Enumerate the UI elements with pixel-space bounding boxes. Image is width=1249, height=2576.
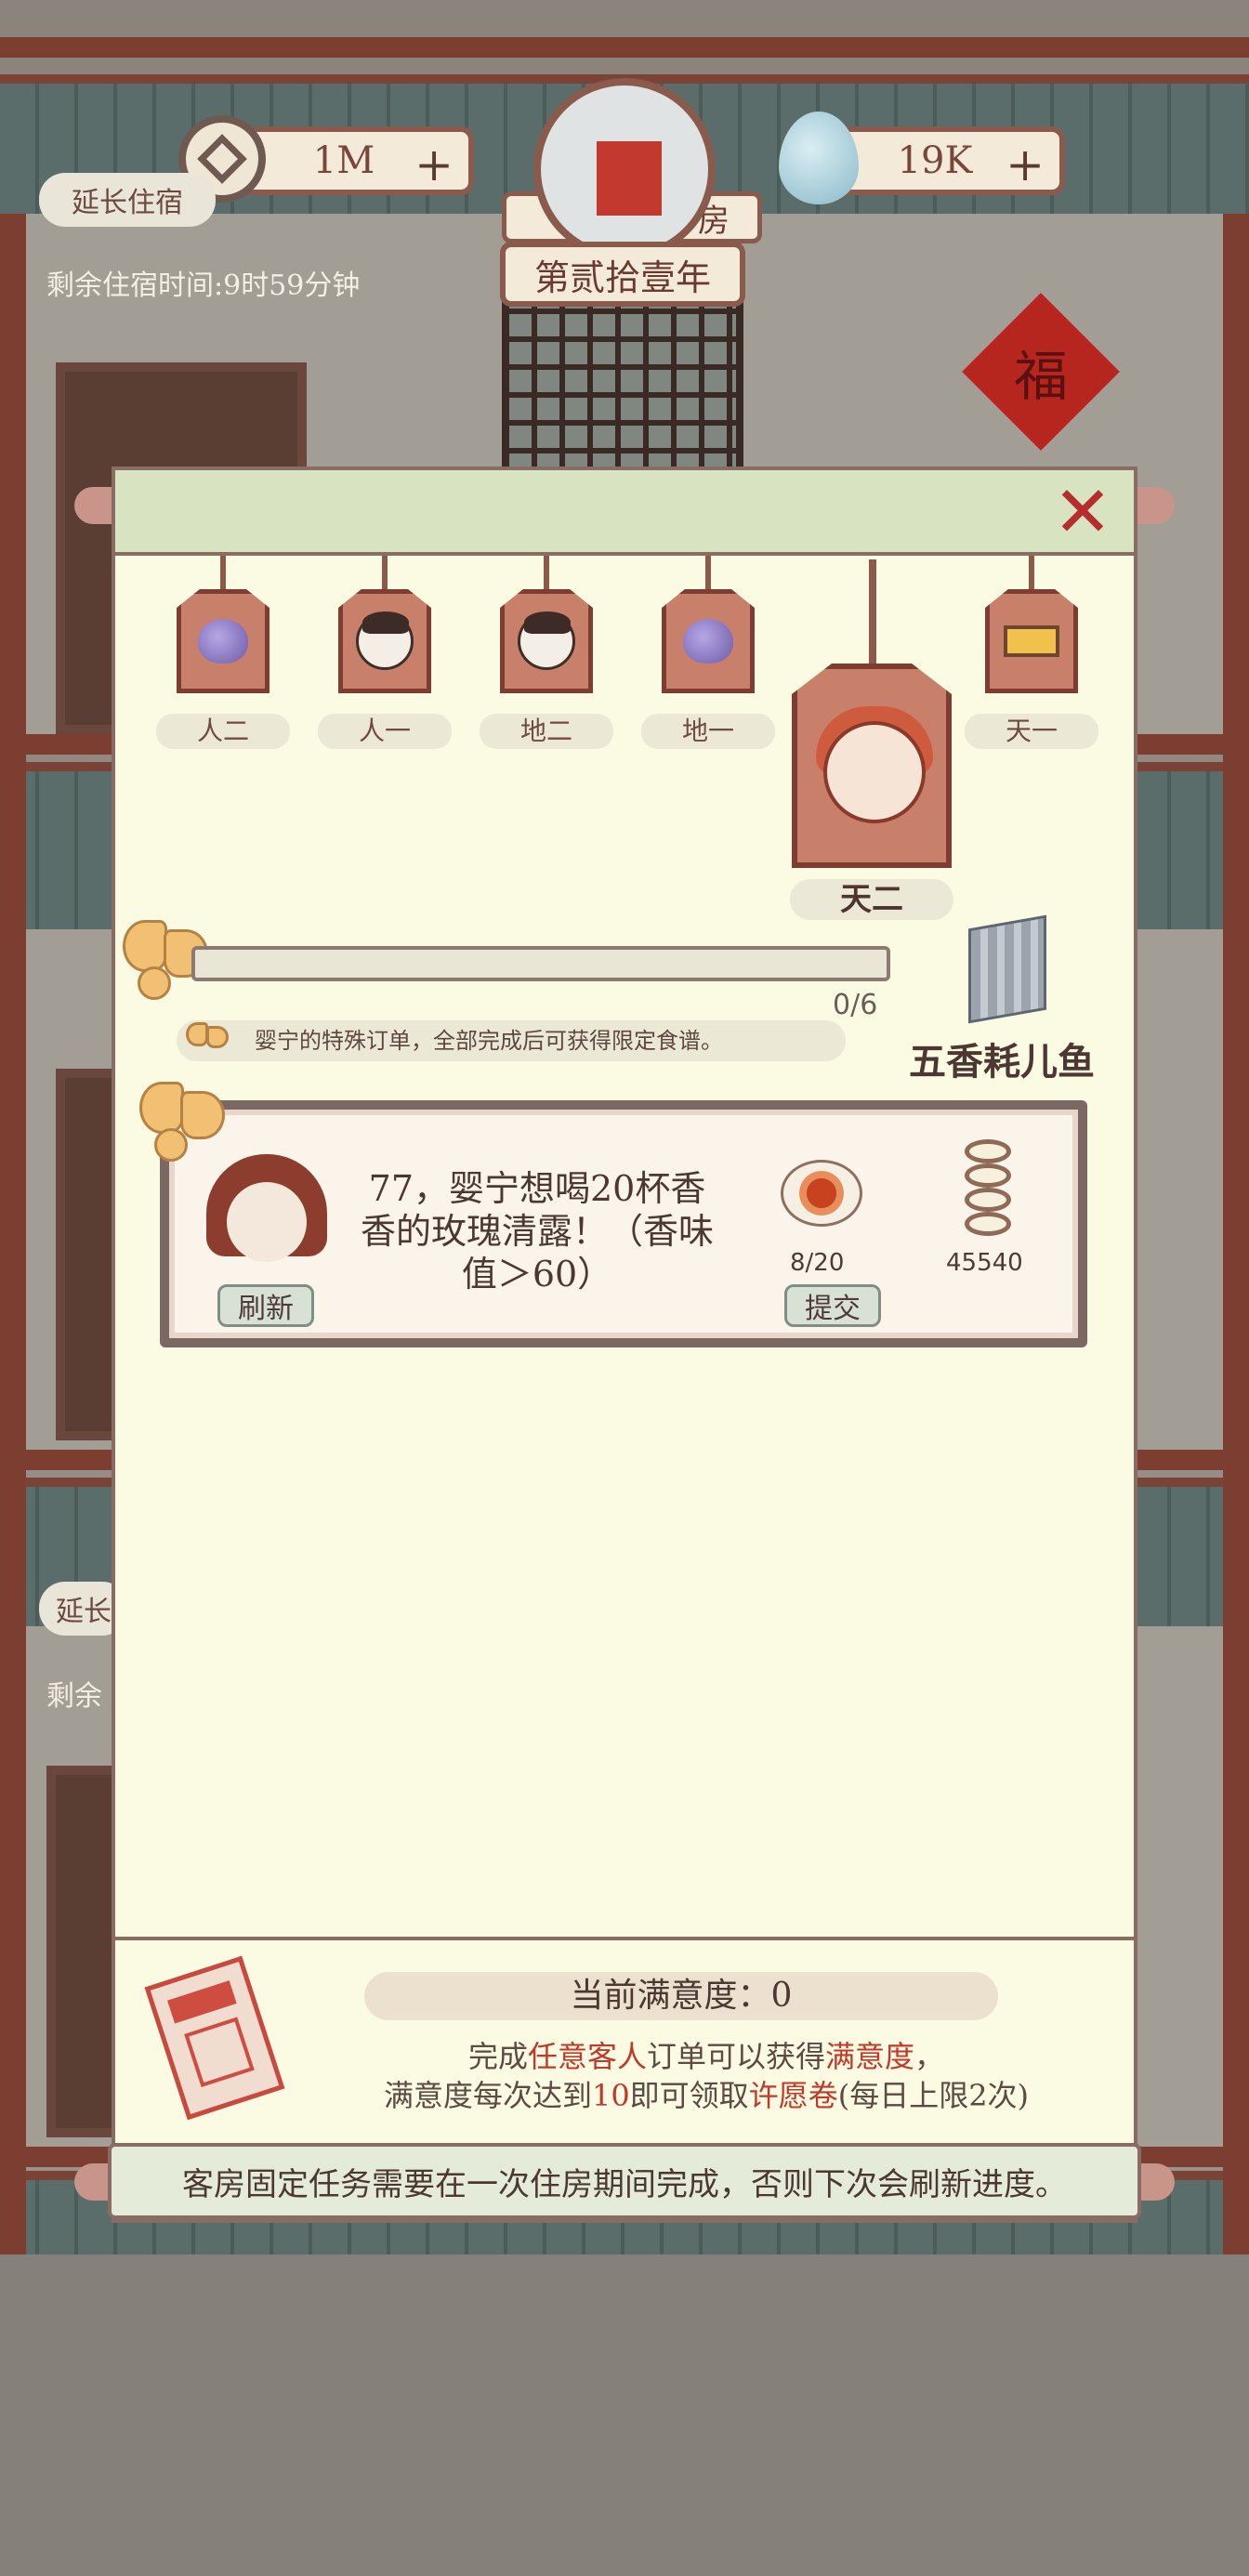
cabinet bbox=[46, 1766, 121, 2137]
butterfly-icon bbox=[130, 1082, 232, 1165]
pillar bbox=[0, 214, 26, 2254]
footer-note-text: 客房固定任务需要在一次住房期间完成，否则下次会刷新进度。 bbox=[182, 2165, 1067, 2203]
remaining-stay-text-lower: 剩余 bbox=[46, 1680, 102, 1713]
desc-text: 完成 bbox=[467, 2039, 528, 2074]
extend-stay-button[interactable]: 延长住宿 bbox=[39, 173, 216, 227]
tab-ren-er[interactable]: 人二 bbox=[156, 556, 290, 751]
tab-label: 天一 bbox=[965, 714, 1098, 749]
guest-face-icon bbox=[518, 611, 575, 670]
small-butterfly-icon bbox=[182, 1020, 232, 1063]
pouch-icon bbox=[683, 619, 733, 664]
close-button[interactable]: ✕ bbox=[1050, 477, 1115, 547]
reward-recipe-name: 五香耗儿鱼 bbox=[909, 1040, 1095, 1084]
tab-label-selected: 天二 bbox=[790, 879, 953, 920]
year-label: 第贰拾壹年 bbox=[533, 256, 711, 298]
desc-text: 即可领取 bbox=[629, 2078, 749, 2113]
remaining-stay-text: 剩余住宿时间:9时59分钟 bbox=[46, 269, 361, 302]
tab-di-er[interactable]: 地二 bbox=[480, 556, 613, 751]
desc-highlight: 许愿卷 bbox=[748, 2078, 838, 2113]
tab-tian-er-selected[interactable]: 天二 bbox=[790, 559, 953, 922]
tab-di-yi[interactable]: 地一 bbox=[641, 556, 775, 751]
tab-tian-yi[interactable]: 天一 bbox=[965, 556, 1098, 751]
footer-note: 客房固定任务需要在一次住房期间完成，否则下次会刷新进度。 bbox=[108, 2143, 1141, 2219]
tab-label: 地二 bbox=[480, 714, 613, 749]
order-card: 刷新 77，婴宁想喝20杯香香的玫瑰清露！（香味值＞60） 8/20 提交 45… bbox=[160, 1100, 1087, 1347]
recipe-scroll-icon bbox=[959, 913, 1061, 1024]
desc-highlight: 10 bbox=[591, 2078, 630, 2113]
extend-stay-label-lower: 延长 bbox=[56, 1596, 112, 1628]
desc-highlight: 满意度 bbox=[825, 2039, 915, 2074]
satisfaction-description: 完成任意客人订单可以获得满意度， 满意度每次达到10即可领取许愿卷(每日上限2次… bbox=[297, 2037, 1115, 2115]
coin-string-icon bbox=[946, 1132, 1030, 1243]
fu-decoration: 福 bbox=[962, 293, 1120, 451]
desc-highlight: 任意客人 bbox=[527, 2039, 647, 2074]
satisfaction-label: 当前满意度：0 bbox=[364, 1972, 998, 2020]
desc-text: (每日上限2次) bbox=[837, 2078, 1030, 2113]
spirit-value: 19K bbox=[897, 139, 973, 182]
add-spirit-button[interactable]: + bbox=[1006, 138, 1045, 191]
fu-character: 福 bbox=[1013, 345, 1068, 408]
tab-label: 人一 bbox=[318, 714, 452, 749]
fox-girl-face bbox=[823, 721, 926, 823]
special-order-note: 婴宁的特殊订单，全部完成后可获得限定食谱。 bbox=[177, 1020, 846, 1061]
rose-dew-dish-icon bbox=[775, 1147, 868, 1240]
reward-amount: 45540 bbox=[946, 1249, 1023, 1277]
panel-divider bbox=[112, 1937, 1137, 1940]
tab-ren-yi[interactable]: 人一 bbox=[318, 556, 452, 751]
desc-text: 订单可以获得 bbox=[646, 2039, 825, 2074]
copper-value: 1M bbox=[312, 139, 375, 182]
inn-emblem-icon bbox=[533, 78, 716, 260]
submit-label: 提交 bbox=[805, 1293, 861, 1325]
tab-label: 人二 bbox=[156, 714, 290, 749]
window bbox=[502, 297, 743, 483]
add-copper-button[interactable]: + bbox=[414, 138, 454, 191]
beam bbox=[0, 37, 1249, 58]
box-icon bbox=[1004, 625, 1059, 657]
progress-text: 0/6 bbox=[833, 989, 878, 1021]
pouch-icon bbox=[198, 619, 248, 664]
submit-button[interactable]: 提交 bbox=[784, 1284, 881, 1327]
panel-header: ✕ bbox=[115, 470, 1134, 556]
desc-text: 满意度每次达到 bbox=[383, 2078, 592, 2113]
extend-stay-label: 延长住宿 bbox=[72, 187, 183, 219]
refresh-button[interactable]: 刷新 bbox=[217, 1284, 314, 1327]
guest-face-icon bbox=[356, 611, 414, 670]
refresh-label: 刷新 bbox=[238, 1293, 294, 1325]
year-badge: 第贰拾壹年 bbox=[500, 242, 745, 307]
desc-text: ， bbox=[914, 2039, 945, 2074]
order-description: 77，婴宁想喝20杯香香的玫瑰清露！（香味值＞60） bbox=[360, 1168, 714, 1295]
tab-label: 地一 bbox=[641, 714, 775, 749]
dish-count: 8/20 bbox=[790, 1249, 845, 1277]
pillar bbox=[1223, 214, 1249, 2254]
order-progress-bar bbox=[191, 946, 890, 981]
